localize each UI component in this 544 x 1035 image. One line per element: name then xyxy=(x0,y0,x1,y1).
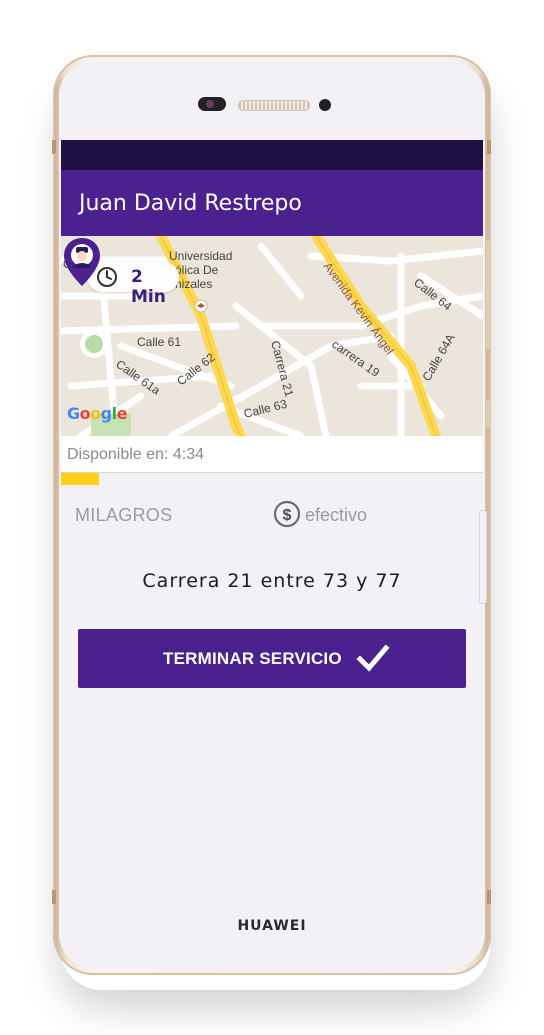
google-logo: Google xyxy=(67,404,127,423)
status-bar xyxy=(61,140,483,170)
front-camera-icon xyxy=(319,99,331,111)
earpiece-speaker xyxy=(238,100,310,111)
availability-text: Disponible en: 4:34 xyxy=(67,446,204,463)
map-label: ólica De xyxy=(175,263,219,277)
availability-progress xyxy=(61,473,483,485)
driver-pin-icon[interactable] xyxy=(61,236,103,288)
availability-progress-fill xyxy=(61,473,99,485)
svg-text:$: $ xyxy=(283,507,292,524)
map-view[interactable]: Carre Universidad ólica De nizales Calle… xyxy=(61,236,483,436)
antenna-line xyxy=(52,890,56,904)
antenna-line xyxy=(487,890,491,904)
zone-label: MILAGROS xyxy=(75,505,173,525)
volume-button xyxy=(486,240,491,350)
finish-service-label: TERMINAR SERVICIO xyxy=(163,649,342,668)
availability-bar: Disponible en: 4:34 xyxy=(61,436,483,473)
finish-service-button[interactable]: TERMINAR SERVICIO xyxy=(78,629,466,688)
page-title: Juan David Restrepo xyxy=(79,191,302,216)
destination-address: Carrera 21 entre 73 y 77 xyxy=(142,570,402,592)
side-key xyxy=(479,510,487,604)
payment-method: efectivo xyxy=(305,505,368,525)
power-button xyxy=(486,400,491,428)
dollar-circle-icon: $ xyxy=(273,500,301,528)
app-bar: Juan David Restrepo xyxy=(61,170,483,236)
antenna-line xyxy=(52,140,56,154)
sensor-icon xyxy=(198,97,226,111)
map-label: nizales xyxy=(175,277,212,291)
map-label: Universidad xyxy=(169,249,232,263)
check-icon xyxy=(356,644,390,672)
antenna-line xyxy=(487,140,491,154)
device-brand: HUAWEI xyxy=(237,918,307,934)
app-screen: Juan David Restrepo Universidad ólica De… xyxy=(61,140,483,890)
map-label: Calle 61 xyxy=(137,335,181,349)
eta-value: 2 Min xyxy=(131,267,166,307)
